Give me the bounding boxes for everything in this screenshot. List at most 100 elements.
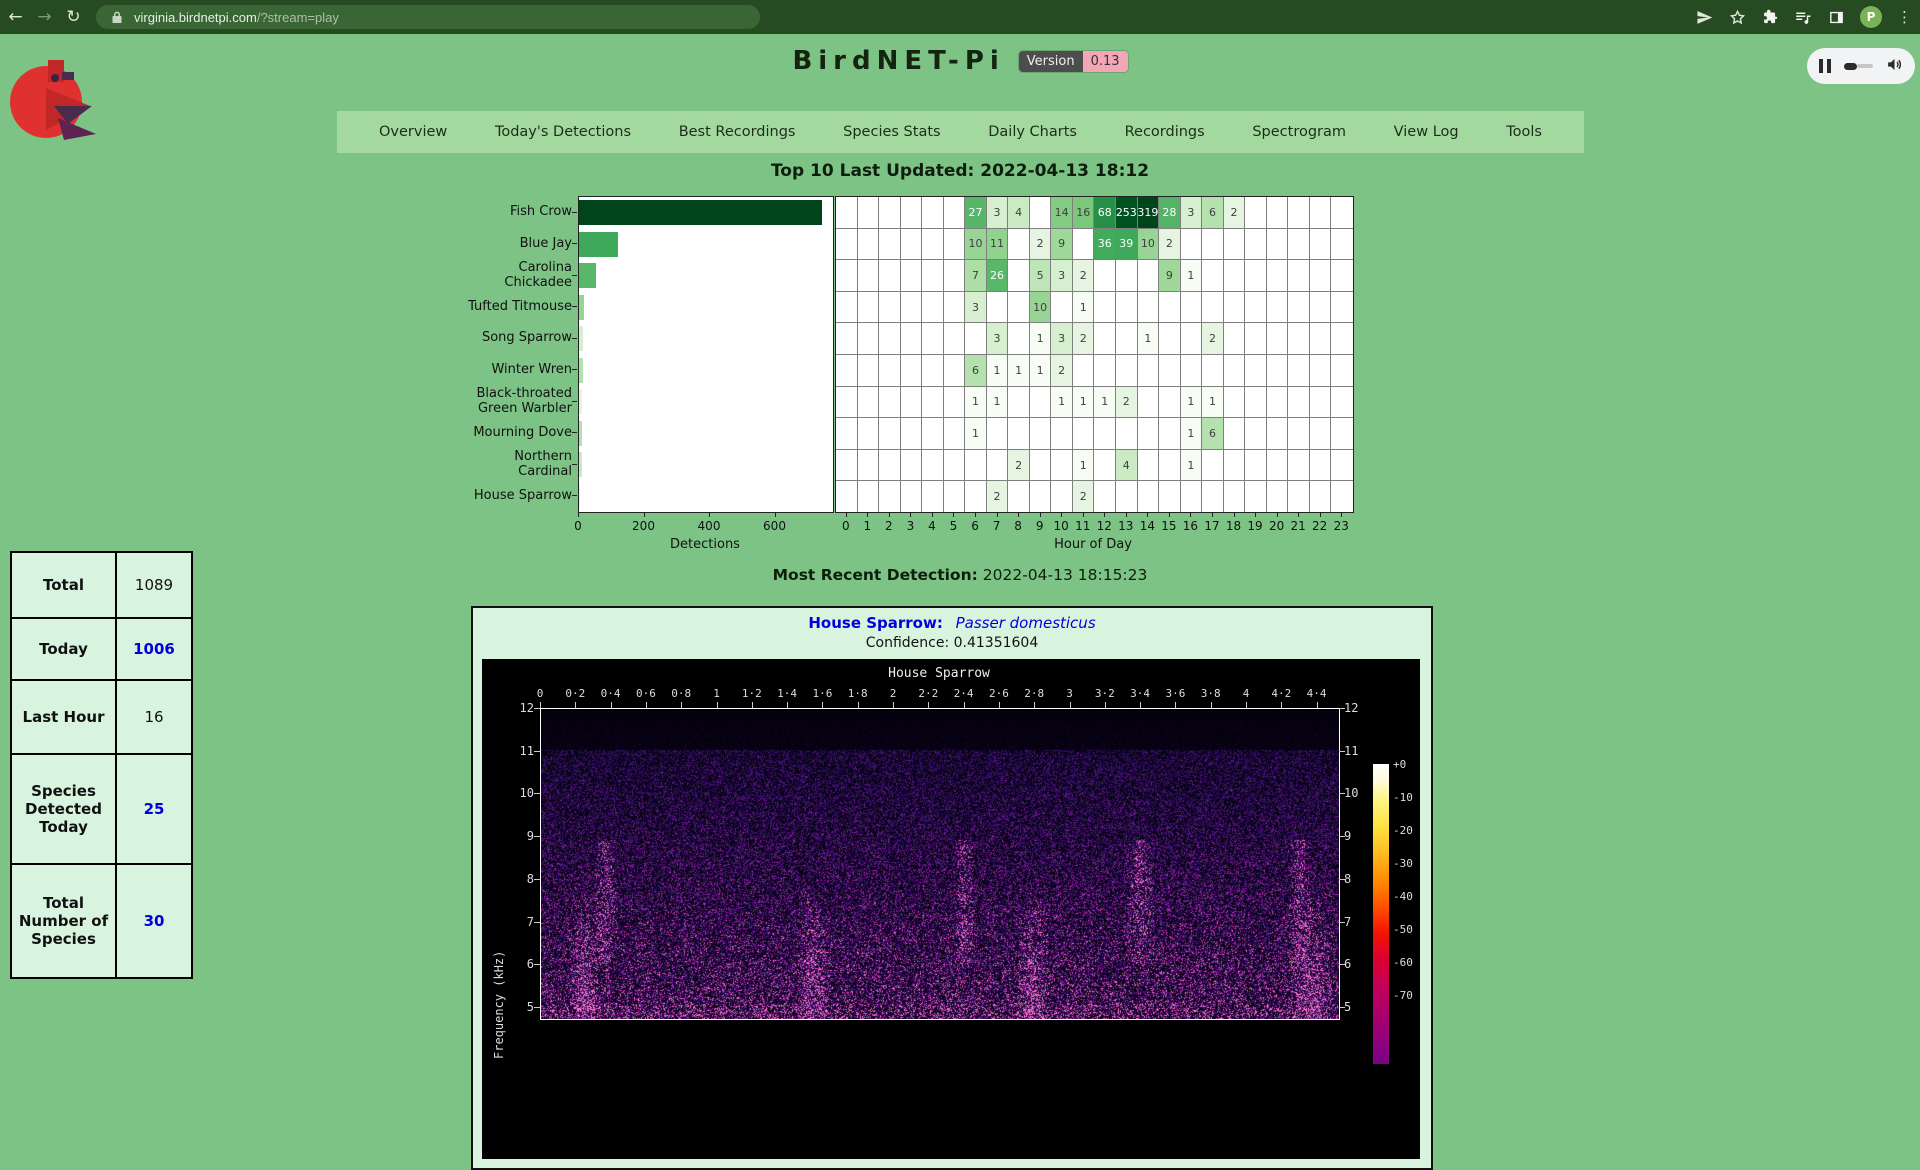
heatmap-cell xyxy=(1267,418,1289,450)
spectrogram-time-label: 1·2 xyxy=(742,687,762,700)
heatmap-cell xyxy=(858,197,880,229)
pause-button[interactable] xyxy=(1819,59,1831,73)
spectrogram-time-label: 2·2 xyxy=(918,687,938,700)
hour-heatmap: 2734141668253319283621011293639102726532… xyxy=(835,196,1354,513)
playlist-icon[interactable] xyxy=(1794,8,1812,26)
nav-item-recordings[interactable]: Recordings xyxy=(1125,124,1205,140)
nav-item-today-s-detections[interactable]: Today's Detections xyxy=(495,124,631,140)
heatmap-cell: 1 xyxy=(987,387,1009,419)
forward-button[interactable]: → xyxy=(31,4,58,31)
heatmap-cell xyxy=(1181,229,1203,261)
extensions-puzzle-icon[interactable] xyxy=(1761,8,1779,26)
spectrogram-time-label: 1·6 xyxy=(812,687,832,700)
back-button[interactable]: ← xyxy=(2,4,29,31)
hour-axis-tick xyxy=(1298,513,1299,517)
heatmap-cell xyxy=(944,197,966,229)
colorbar-db-label: -50 xyxy=(1393,923,1413,936)
hour-axis-tick-label: 14 xyxy=(1140,519,1155,533)
heatmap-cell xyxy=(1224,387,1246,419)
spectrogram-time-label: 2·8 xyxy=(1024,687,1044,700)
heatmap-cell: 2 xyxy=(1202,323,1224,355)
top10-heading: Top 10 Last Updated: 2022-04-13 18:12 xyxy=(0,161,1920,181)
heatmap-cell: 10 xyxy=(1030,292,1052,324)
heatmap-cell xyxy=(1288,292,1310,324)
nav-item-overview[interactable]: Overview xyxy=(379,124,447,140)
hour-axis-tick-label: 15 xyxy=(1161,519,1176,533)
nav-item-best-recordings[interactable]: Best Recordings xyxy=(679,124,796,140)
stats-value[interactable]: 30 xyxy=(116,864,192,978)
hour-axis-tick-label: 13 xyxy=(1118,519,1133,533)
profile-avatar[interactable]: P xyxy=(1860,6,1882,28)
spectrogram-freq-tick xyxy=(1339,793,1345,794)
heatmap-cell xyxy=(1245,229,1267,261)
spectrogram-time-tick xyxy=(928,702,929,708)
heatmap-cell xyxy=(1288,355,1310,387)
heatmap-cell xyxy=(922,229,944,261)
heatmap-cell: 1 xyxy=(1030,323,1052,355)
heatmap-cell xyxy=(836,450,858,482)
heatmap-cell xyxy=(1310,292,1332,324)
heatmap-cell xyxy=(1245,260,1267,292)
heatmap-cell xyxy=(1116,292,1138,324)
heatmap-cell xyxy=(1051,292,1073,324)
heatmap-cell xyxy=(1245,481,1267,512)
nav-item-view-log[interactable]: View Log xyxy=(1394,124,1459,140)
heatmap-cell xyxy=(1267,260,1289,292)
stats-label: Last Hour xyxy=(11,680,116,754)
heatmap-cell xyxy=(1116,481,1138,512)
reload-button[interactable]: ↻ xyxy=(60,4,87,31)
nav-item-tools[interactable]: Tools xyxy=(1506,124,1542,140)
heatmap-cell: 9 xyxy=(1051,229,1073,261)
spectrogram-freq-tick xyxy=(1339,964,1345,965)
heatmap-cell xyxy=(1245,387,1267,419)
heatmap-cell xyxy=(1288,260,1310,292)
detection-confidence: Confidence: 0.41351604 xyxy=(473,635,1431,651)
detections-bar xyxy=(579,200,822,225)
heatmap-cell xyxy=(1245,323,1267,355)
address-bar[interactable]: virginia.birdnetpi.com/?stream=play xyxy=(96,5,760,29)
spectrogram-freq-label-left: 5 xyxy=(500,1001,534,1014)
heatmap-cell xyxy=(858,323,880,355)
bookmark-star-icon[interactable] xyxy=(1728,8,1746,26)
spectrogram-freq-tick xyxy=(1339,922,1345,923)
bar-axis-label: Detections xyxy=(670,537,740,552)
nav-item-species-stats[interactable]: Species Stats xyxy=(843,124,940,140)
recent-detection-panel: House Sparrow: Passer domesticus Confide… xyxy=(471,606,1433,1170)
heatmap-cell xyxy=(836,387,858,419)
nav-item-spectrogram[interactable]: Spectrogram xyxy=(1252,124,1346,140)
spectrogram-time-label: 0·4 xyxy=(601,687,621,700)
volume-icon[interactable] xyxy=(1886,56,1903,77)
spectrogram-time-tick xyxy=(575,702,576,708)
spectrogram-time-label: 0 xyxy=(537,687,544,700)
heatmap-cell xyxy=(944,450,966,482)
frequency-axis-label: Frequency (kHz) xyxy=(492,759,506,1059)
menu-dots-icon[interactable]: ⋮ xyxy=(1897,8,1912,26)
spectrogram-time-label: 2 xyxy=(890,687,897,700)
stats-value[interactable]: 1006 xyxy=(116,618,192,680)
heatmap-cell xyxy=(901,481,923,512)
send-icon[interactable] xyxy=(1695,8,1713,26)
spectrogram-freq-label-left: 11 xyxy=(500,745,534,758)
spectrogram-time-tick xyxy=(1105,702,1106,708)
heatmap-cell xyxy=(858,260,880,292)
detections-bar xyxy=(579,389,582,414)
spectrogram-freq-label-left: 12 xyxy=(500,702,534,715)
heatmap-cell xyxy=(879,292,901,324)
heatmap-cell: 36 xyxy=(1094,229,1116,261)
heatmap-cell: 1 xyxy=(1051,387,1073,419)
hour-axis-tick-label: 8 xyxy=(1014,519,1022,533)
heatmap-cell xyxy=(1094,355,1116,387)
heatmap-cell xyxy=(1138,450,1160,482)
stats-value[interactable]: 25 xyxy=(116,754,192,864)
heatmap-cell: 2 xyxy=(1224,197,1246,229)
heatmap-cell xyxy=(836,260,858,292)
heatmap-cell xyxy=(1310,355,1332,387)
nav-item-daily-charts[interactable]: Daily Charts xyxy=(988,124,1077,140)
species-tick xyxy=(572,243,577,244)
seek-slider[interactable] xyxy=(1844,63,1873,70)
side-panel-icon[interactable] xyxy=(1827,8,1845,26)
spectrogram-time-tick xyxy=(1317,702,1318,708)
spectrogram-time-tick xyxy=(540,702,541,708)
detection-common-name[interactable]: House Sparrow: xyxy=(808,614,942,632)
hour-axis-tick-label: 12 xyxy=(1097,519,1112,533)
